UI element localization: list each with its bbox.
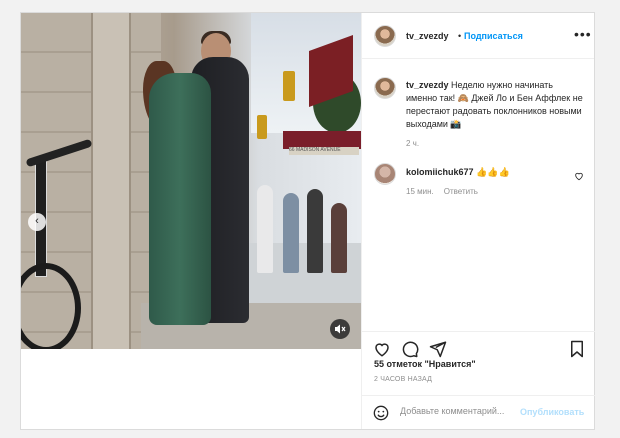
comment-username[interactable]: kolomiichuk677 bbox=[406, 167, 474, 177]
caption-username[interactable]: tv_zvezdy bbox=[406, 80, 449, 90]
publish-button[interactable]: Опубликовать bbox=[520, 407, 584, 417]
woman-figure bbox=[149, 73, 211, 325]
avatar[interactable] bbox=[374, 25, 396, 47]
comment-text: kolomiichuk677 👍👍👍 bbox=[406, 167, 510, 178]
traffic-light bbox=[257, 115, 267, 139]
comment-body: 👍👍👍 bbox=[476, 167, 510, 177]
chevron-left-icon[interactable]: ‹ bbox=[28, 213, 46, 231]
post-timestamp: 2 ЧАСОВ НАЗАД bbox=[374, 376, 433, 383]
separator-dot: • bbox=[458, 31, 462, 41]
add-comment-bar: Опубликовать bbox=[362, 395, 595, 429]
post-header: tv_zvezdy • Подписаться ••• bbox=[362, 13, 594, 59]
reply-button[interactable]: Ответить bbox=[444, 187, 478, 196]
comment-time: 15 мин. bbox=[406, 187, 434, 196]
emoji-icon[interactable] bbox=[373, 405, 389, 421]
bicycle bbox=[21, 138, 93, 349]
caption-text: tv_zvezdy Неделю нужно начинать именно т… bbox=[406, 79, 586, 131]
share-icon[interactable] bbox=[429, 340, 447, 358]
comment-input[interactable] bbox=[400, 406, 520, 416]
bookmark-icon[interactable] bbox=[569, 340, 585, 358]
follow-button[interactable]: Подписаться bbox=[464, 31, 523, 41]
author-username[interactable]: tv_zvezdy bbox=[406, 31, 449, 41]
building-column bbox=[91, 13, 131, 349]
heart-icon[interactable] bbox=[574, 171, 584, 181]
more-icon[interactable]: ••• bbox=[574, 26, 592, 42]
post-sidebar: tv_zvezdy • Подписаться ••• tv_zvezdy Не… bbox=[361, 13, 595, 429]
likes-count[interactable]: 55 отметок "Нравится" bbox=[374, 359, 476, 369]
pedestrians bbox=[249, 163, 361, 273]
awning-sign: 66 MADISON AVENUE bbox=[289, 147, 359, 155]
avatar[interactable] bbox=[374, 77, 396, 99]
traffic-light bbox=[283, 71, 295, 101]
comment-meta: 15 мин. Ответить bbox=[406, 187, 478, 196]
avatar[interactable] bbox=[374, 163, 396, 185]
comment-icon[interactable] bbox=[401, 340, 419, 358]
volume-muted-icon[interactable] bbox=[330, 319, 350, 339]
action-bar bbox=[362, 331, 595, 361]
post-video[interactable]: 66 MADISON AVENUE ‹ bbox=[21, 13, 361, 349]
heart-icon[interactable] bbox=[373, 340, 391, 358]
caption-timestamp: 2 ч. bbox=[406, 139, 420, 148]
post-card: 66 MADISON AVENUE ‹ tv_zvezdy • Подписат… bbox=[20, 12, 595, 430]
